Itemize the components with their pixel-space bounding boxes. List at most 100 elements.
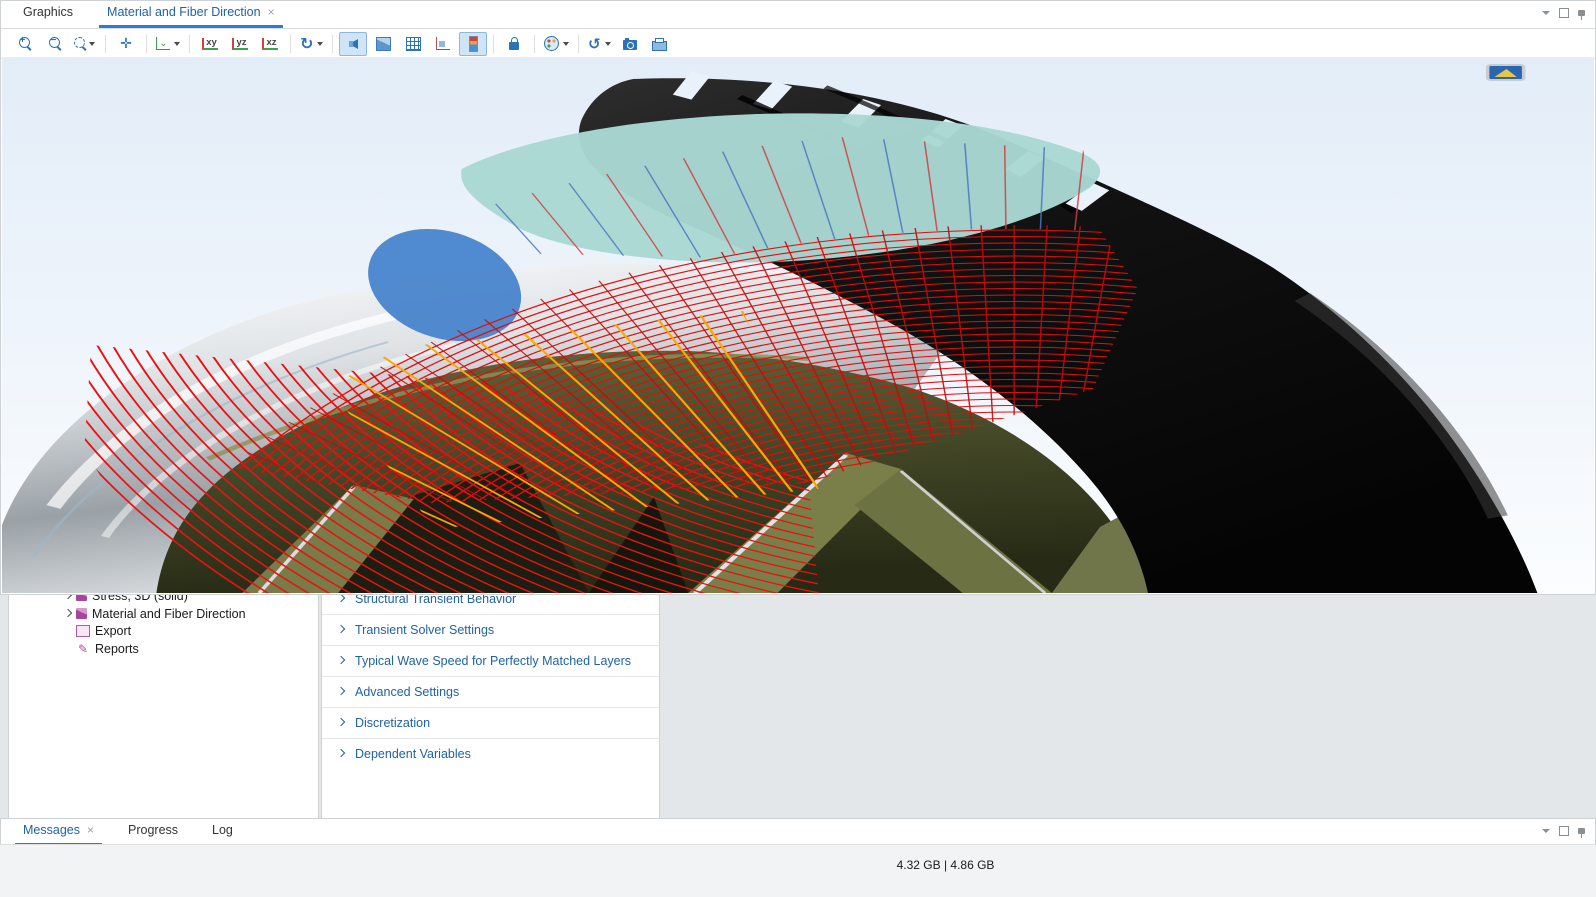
rotate-button[interactable] (297, 32, 326, 56)
plot3d-icon (76, 608, 87, 619)
environment-reflections-icon (376, 37, 391, 51)
chevron-down-icon (317, 42, 323, 46)
section-advanced-settings[interactable]: Advanced Settings (322, 676, 659, 707)
scene-appearance-icon (544, 36, 559, 51)
expander-icon (334, 656, 347, 665)
color-legend-button[interactable] (459, 32, 487, 56)
zoom-out-icon (49, 37, 60, 48)
tab-label: Messages (23, 823, 80, 837)
view-xy-icon: xy (202, 38, 218, 50)
zoom-extents-icon (120, 35, 132, 52)
tab-label: Progress (128, 823, 178, 837)
section-label: Dependent Variables (355, 747, 471, 761)
lock-view-button[interactable] (500, 32, 528, 56)
section-dependent-variables[interactable]: Dependent Variables (322, 738, 659, 769)
tree-item-export[interactable]: Export (9, 622, 318, 640)
chevron-down-icon (563, 42, 569, 46)
toolbar-divider (534, 35, 535, 53)
color-legend-icon (469, 36, 478, 52)
graphics-tab-row: Graphics Material and Fiber Direction × (1, 1, 1595, 29)
zoom-out-button[interactable] (41, 32, 69, 56)
lock-view-icon (509, 42, 519, 50)
status-bar: 4.32 GB | 4.86 GB (0, 844, 1596, 897)
tree-item-material-and-fiber-direction[interactable]: Material and Fiber Direction (9, 605, 318, 623)
zoom-in-icon (19, 37, 30, 48)
scene-light-icon (349, 39, 358, 49)
panel-maximize-icon[interactable] (1559, 8, 1569, 18)
chevron-down-icon (89, 42, 95, 46)
graphics-panel: Graphics Material and Fiber Direction × xy… (0, 0, 1596, 595)
graphics-canvas[interactable] (2, 57, 1594, 593)
toolbar-divider (290, 35, 291, 53)
expander-icon (334, 749, 347, 758)
expander-icon (334, 625, 347, 634)
view-xz-icon: xz (262, 38, 277, 50)
section-transient-solver-settings[interactable]: Transient Solver Settings (322, 614, 659, 645)
tree-item-label: Material and Fiber Direction (92, 607, 246, 621)
memory-usage: 4.32 GB | 4.86 GB (295, 858, 1596, 872)
update-button[interactable] (585, 32, 614, 56)
toolbar-divider (146, 35, 147, 53)
toolbar-divider (105, 35, 106, 53)
plot-thumbnail-icon[interactable] (1488, 65, 1524, 80)
panel-pin-icon[interactable] (1578, 828, 1585, 834)
environment-reflections-button[interactable] (369, 32, 397, 56)
print-icon (652, 41, 667, 51)
messages-tab-messages[interactable]: Messages × (15, 822, 102, 846)
section-label: Advanced Settings (355, 685, 459, 699)
print-button[interactable] (646, 32, 674, 56)
view-yz-icon: yz (232, 38, 247, 50)
tab-label: Log (212, 823, 233, 837)
go-to-view-button[interactable] (153, 32, 183, 56)
toolbar-divider (189, 35, 190, 53)
messages-tab-progress[interactable]: Progress (120, 822, 186, 846)
tree-item-label: Reports (95, 642, 139, 656)
scene-appearance-button[interactable] (541, 32, 572, 56)
section-label: Typical Wave Speed for Perfectly Matched… (355, 654, 631, 668)
show-axis-orientation-button[interactable] (429, 32, 457, 56)
image-snapshot-button[interactable] (616, 32, 644, 56)
tree-item-label: Export (95, 624, 131, 638)
show-grid-icon (406, 37, 421, 51)
section-label: Discretization (355, 716, 430, 730)
update-icon (588, 35, 601, 53)
messages-tab-row: Messages × Progress Log (1, 819, 1595, 847)
section-typical-wave-speed-for-perfectly-matched-layers[interactable]: Typical Wave Speed for Perfectly Matched… (322, 645, 659, 676)
toolbar-divider (493, 35, 494, 53)
report-icon (76, 642, 90, 656)
section-discretization[interactable]: Discretization (322, 707, 659, 738)
view-xz-button[interactable]: xz (256, 32, 284, 56)
tree-item-reports[interactable]: Reports (9, 640, 318, 658)
view-yz-button[interactable]: yz (226, 32, 254, 56)
panel-menu-icon[interactable] (1542, 829, 1550, 833)
zoom-box-button[interactable] (71, 32, 99, 56)
zoom-box-icon (74, 37, 85, 48)
scene-light-button[interactable] (339, 32, 367, 56)
toolbar-divider (332, 35, 333, 53)
chevron-down-icon (174, 42, 180, 46)
graphics-tab-graphics[interactable]: Graphics (15, 4, 81, 28)
close-tab-icon[interactable]: × (268, 5, 275, 19)
panel-menu-icon[interactable] (1542, 11, 1550, 15)
zoom-extents-button[interactable] (112, 32, 140, 56)
close-tab-icon[interactable]: × (87, 823, 94, 837)
comsol-window: tire_inflation.mph - COMSOL Multiphysics… (0, 0, 1596, 897)
view-xy-button[interactable]: xy (196, 32, 224, 56)
messages-tab-log[interactable]: Log (204, 822, 241, 846)
panel-maximize-icon[interactable] (1559, 826, 1569, 836)
expander-icon (334, 594, 347, 603)
graphics-toolbar: xy yz xz (1, 29, 1595, 59)
section-label: Transient Solver Settings (355, 623, 494, 637)
chevron-down-icon (605, 42, 611, 46)
export-icon (76, 625, 90, 637)
show-axis-orientation-icon (436, 37, 450, 50)
expander-icon[interactable] (61, 609, 74, 618)
show-grid-button[interactable] (399, 32, 427, 56)
panel-pin-icon[interactable] (1578, 10, 1585, 16)
rotate-icon (300, 34, 313, 54)
zoom-in-button[interactable] (11, 32, 39, 56)
tab-label: Graphics (23, 5, 73, 19)
graphics-tab-material-and-fiber-direction[interactable]: Material and Fiber Direction × (99, 4, 283, 28)
expander-icon (334, 718, 347, 727)
tab-label: Material and Fiber Direction (107, 5, 261, 19)
